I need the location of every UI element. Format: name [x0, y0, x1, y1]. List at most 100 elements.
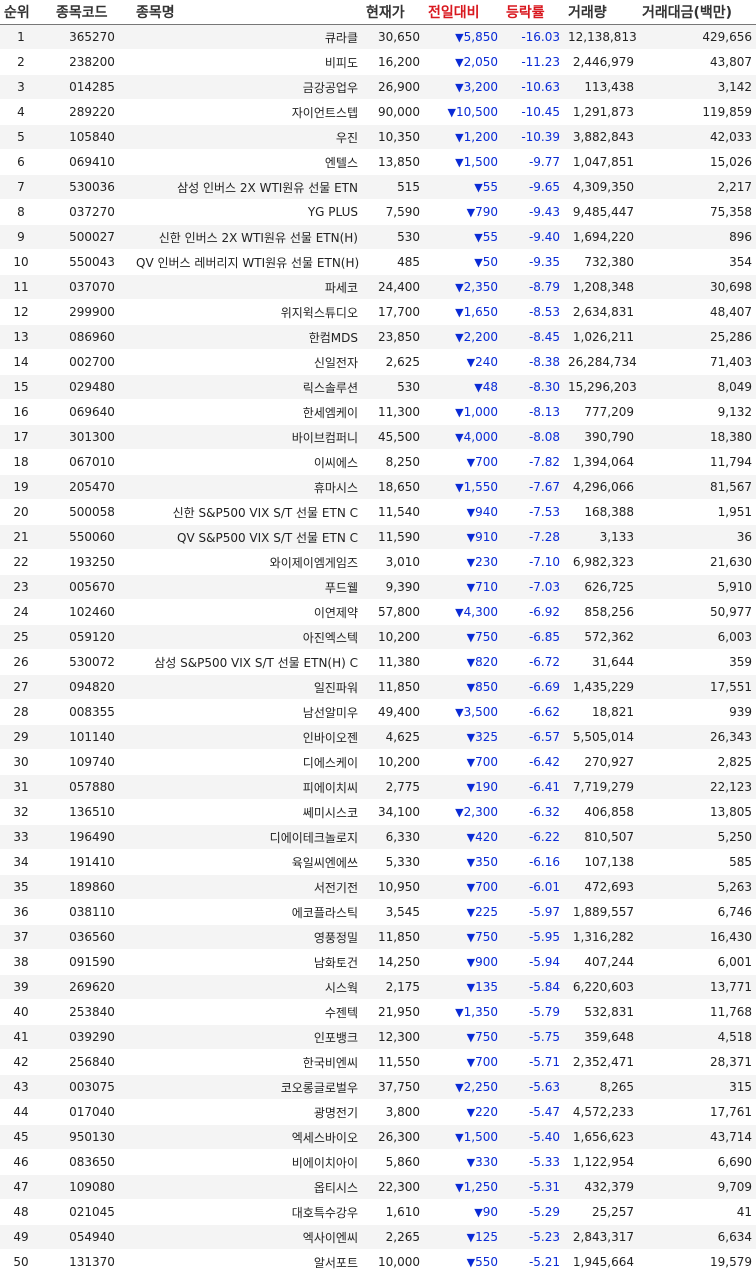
- change-cell: ▼1,550: [424, 474, 502, 500]
- stock-name-cell: 수젠텍: [132, 999, 362, 1025]
- volume-cell: 107,138: [564, 849, 638, 875]
- change-value: 135: [475, 980, 498, 994]
- change-rate-cell: -9.65: [502, 174, 564, 200]
- stock-code-cell: 238200: [52, 49, 132, 75]
- table-row: 44 017040 광명전기 3,800 ▼220 -5.47 4,572,233 17,76…: [0, 1099, 756, 1125]
- change-rate-cell: -8.45: [502, 324, 564, 350]
- stock-name-cell: 와이제이엠게임즈: [132, 549, 362, 575]
- change-value: 325: [475, 730, 498, 744]
- stock-name-cell: 인바이오젠: [132, 724, 362, 750]
- rank-cell: 41: [0, 1024, 52, 1050]
- change-rate-cell: -8.30: [502, 374, 564, 400]
- rank-cell: 21: [0, 524, 52, 550]
- stock-code-cell: 069410: [52, 149, 132, 175]
- volume-cell: 407,244: [564, 949, 638, 975]
- trade-amount-cell: 119,859: [638, 99, 756, 125]
- rank-cell: 34: [0, 849, 52, 875]
- volume-cell: 18,821: [564, 699, 638, 725]
- current-price-cell: 2,265: [362, 1224, 424, 1250]
- rank-cell: 5: [0, 124, 52, 150]
- header-row: 순위 종목코드 종목명 현재가 전일대비 등락률 거래량 거래대금(백만): [0, 0, 756, 25]
- trade-amount-cell: 354: [638, 249, 756, 275]
- stock-code-cell: 950130: [52, 1124, 132, 1150]
- change-value: 3,500: [463, 705, 498, 719]
- table-row: 49 054940 엑사이엔씨 2,265 ▼125 -5.23 2,843,317 6,63…: [0, 1224, 756, 1250]
- change-rate-cell: -6.41: [502, 774, 564, 800]
- change-cell: ▼3,500: [424, 699, 502, 725]
- change-cell: ▼240: [424, 349, 502, 375]
- stock-code-cell: 301300: [52, 424, 132, 450]
- table-row: 13 086960 한컴MDS 23,850 ▼2,200 -8.45 1,026,211 2…: [0, 324, 756, 350]
- down-triangle-icon: ▼: [466, 456, 476, 469]
- change-rate-cell: -6.92: [502, 599, 564, 625]
- stock-name-cell: 우진: [132, 124, 362, 150]
- change-rate-cell: -6.42: [502, 749, 564, 775]
- down-triangle-icon: ▼: [466, 881, 476, 894]
- stock-name-cell: 인포뱅크: [132, 1024, 362, 1050]
- change-rate-cell: -5.47: [502, 1099, 564, 1125]
- stock-code-cell: 091590: [52, 949, 132, 975]
- trade-amount-cell: 6,003: [638, 624, 756, 650]
- rank-cell: 31: [0, 774, 52, 800]
- current-price-cell: 2,175: [362, 974, 424, 1000]
- stock-code-cell: 014285: [52, 74, 132, 100]
- change-rate-cell: -8.79: [502, 274, 564, 300]
- table-row: 1 365270 큐라클 30,650 ▼5,850 -16.03 12,138,813 42…: [0, 24, 756, 50]
- change-rate-cell: -8.08: [502, 424, 564, 450]
- current-price-cell: 21,950: [362, 999, 424, 1025]
- rank-cell: 46: [0, 1149, 52, 1175]
- stock-name-cell: 일진파워: [132, 674, 362, 700]
- change-cell: ▼420: [424, 824, 502, 850]
- change-cell: ▼135: [424, 974, 502, 1000]
- down-triangle-icon: ▼: [455, 406, 464, 419]
- table-row: 25 059120 아진엑스텍 10,200 ▼750 -6.85 572,362 6,003: [0, 624, 756, 650]
- change-rate-cell: -9.77: [502, 149, 564, 175]
- current-price-cell: 10,950: [362, 874, 424, 900]
- volume-cell: 390,790: [564, 424, 638, 450]
- change-rate-cell: -7.03: [502, 574, 564, 600]
- rank-cell: 32: [0, 799, 52, 825]
- rank-cell: 12: [0, 299, 52, 325]
- current-price-cell: 11,850: [362, 674, 424, 700]
- down-triangle-icon: ▼: [474, 181, 483, 194]
- change-value: 420: [475, 830, 498, 844]
- change-cell: ▼90: [424, 1199, 502, 1225]
- change-value: 55: [482, 180, 498, 194]
- trade-amount-cell: 4,518: [638, 1024, 756, 1050]
- trade-amount-cell: 18,380: [638, 424, 756, 450]
- change-cell: ▼2,350: [424, 274, 502, 300]
- change-value: 550: [475, 1255, 498, 1269]
- change-value: 790: [475, 205, 498, 219]
- change-cell: ▼2,300: [424, 799, 502, 825]
- table-row: 34 191410 육일씨엔에쓰 5,330 ▼350 -6.16 107,138 585: [0, 849, 756, 875]
- change-cell: ▼700: [424, 1049, 502, 1075]
- volume-cell: 777,209: [564, 399, 638, 425]
- current-price-cell: 10,200: [362, 624, 424, 650]
- stock-name-cell: 신일전자: [132, 349, 362, 375]
- volume-cell: 2,446,979: [564, 49, 638, 75]
- volume-cell: 9,485,447: [564, 199, 638, 225]
- change-cell: ▼220: [424, 1099, 502, 1125]
- trade-amount-cell: 81,567: [638, 474, 756, 500]
- table-row: 43 003075 코오롱글로벌우 37,750 ▼2,250 -5.63 8,265 315: [0, 1074, 756, 1100]
- down-triangle-icon: ▼: [447, 106, 456, 119]
- trade-amount-cell: 22,123: [638, 774, 756, 800]
- table-row: 35 189860 서전기전 10,950 ▼700 -6.01 472,693 5,263: [0, 874, 756, 900]
- table-row: 17 301300 바이브컴퍼니 45,500 ▼4,000 -8.08 390,790 18…: [0, 424, 756, 450]
- down-triangle-icon: ▼: [455, 1081, 464, 1094]
- table-row: 45 950130 엑세스바이오 26,300 ▼1,500 -5.40 1,656,623…: [0, 1124, 756, 1150]
- current-price-cell: 90,000: [362, 99, 424, 125]
- trade-amount-cell: 9,709: [638, 1174, 756, 1200]
- down-triangle-icon: ▼: [474, 1206, 483, 1219]
- table-row: 46 083650 비에이치아이 5,860 ▼330 -5.33 1,122,954 6,6…: [0, 1149, 756, 1175]
- trade-amount-cell: 26,343: [638, 724, 756, 750]
- stock-code-cell: 008355: [52, 699, 132, 725]
- table-row: 10 550043 QV 인버스 레버리지 WTI원유 선물 ETN(H) 485 ▼5…: [0, 249, 756, 275]
- volume-cell: 6,220,603: [564, 974, 638, 1000]
- current-price-cell: 7,590: [362, 199, 424, 225]
- table-row: 50 131370 알서포트 10,000 ▼550 -5.21 1,945,664 19,5…: [0, 1249, 756, 1275]
- change-rate-cell: -8.38: [502, 349, 564, 375]
- change-value: 1,200: [463, 130, 498, 144]
- change-cell: ▼330: [424, 1149, 502, 1175]
- current-price-cell: 16,200: [362, 49, 424, 75]
